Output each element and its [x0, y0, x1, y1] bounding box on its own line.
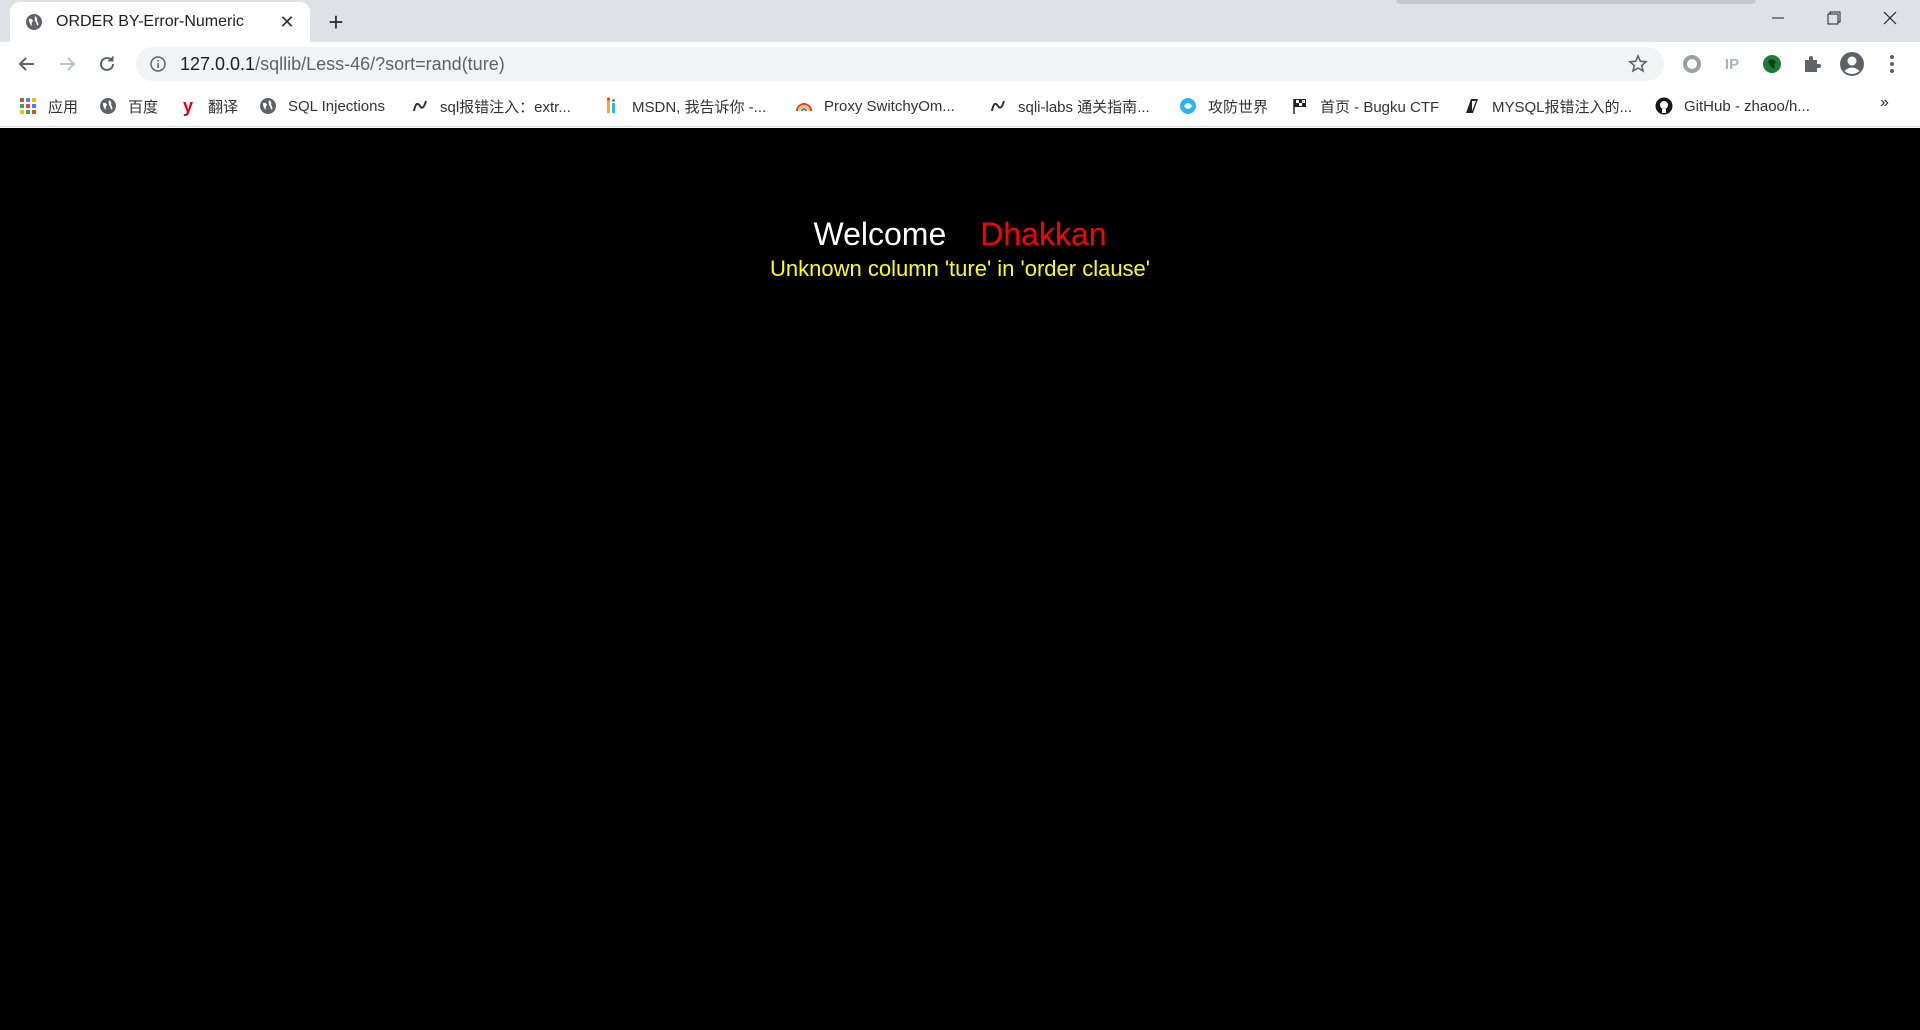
bookmark-sqli-labs-guide[interactable]: sqli-labs 通关指南...: [988, 94, 1150, 118]
bookmark-label: 百度: [128, 98, 159, 116]
bookmark-github[interactable]: GitHub - zhaoo/h...: [1654, 94, 1810, 118]
url-path: /sqllib/Less-46/?sort=rand(ture): [255, 53, 505, 74]
more-bookmarks-button[interactable]: »: [1880, 94, 1889, 112]
welcome-text: Welcome: [813, 216, 947, 252]
bookmark-label: 首页 - Bugku CTF: [1320, 98, 1440, 116]
tab-active[interactable]: ORDER BY-Error-Numeric ✕: [10, 2, 310, 42]
url-host: 127.0.0.1: [180, 53, 256, 74]
github-icon: [1654, 96, 1674, 116]
site-info-icon[interactable]: [148, 54, 168, 74]
globe-icon: [98, 96, 118, 116]
browser-chrome: ORDER BY-Error-Numeric ✕ + 127.0.0.1/sql…: [0, 0, 1920, 128]
toolbar: 127.0.0.1/sqllib/Less-46/?sort=rand(ture…: [0, 42, 1920, 86]
swirl-icon: [988, 96, 1008, 116]
youdao-icon: y: [182, 95, 193, 116]
restore-button[interactable]: [1806, 0, 1862, 36]
bookmark-sql-injections[interactable]: SQL Injections: [258, 94, 385, 118]
url-text[interactable]: 127.0.0.1/sqllib/Less-46/?sort=rand(ture…: [180, 54, 1624, 75]
tab-strip: ORDER BY-Error-Numeric ✕ +: [0, 0, 1920, 42]
extensions-puzzle-icon[interactable]: [1798, 50, 1826, 78]
error-message: Unknown column 'ture' in 'order clause': [770, 256, 1150, 281]
globe-icon: [258, 96, 278, 116]
bookmark-label: 翻译: [208, 98, 239, 116]
bookmark-label: sql报错注入：extr...: [440, 98, 571, 116]
bookmark-star-icon[interactable]: [1624, 50, 1652, 78]
back-button[interactable]: [11, 48, 43, 80]
globe-icon: [24, 12, 44, 32]
flag-icon: [1290, 96, 1310, 116]
bookmark-proxy-switchyomega[interactable]: Proxy SwitchyOm...: [794, 94, 955, 118]
bookmark-label: SQL Injections: [288, 97, 385, 115]
bookmark-label: 攻防世界: [1208, 98, 1269, 116]
bookmark-bugku[interactable]: 首页 - Bugku CTF: [1290, 94, 1439, 118]
tab-close-icon[interactable]: ✕: [276, 11, 298, 33]
bookmark-apps[interactable]: 应用: [18, 94, 78, 118]
bookmark-label: 应用: [48, 98, 79, 116]
ip-extension-icon[interactable]: IP: [1718, 50, 1746, 78]
welcome-line: Welcome Dhakkan: [0, 216, 1920, 253]
tab-strip-overlay: [1396, 0, 1756, 4]
page-content: Welcome Dhakkan Unknown column 'ture' in …: [0, 128, 1920, 1030]
bookmark-label: MYSQL报错注入的...: [1492, 98, 1633, 116]
bookmark-adworld[interactable]: 攻防世界: [1178, 94, 1268, 118]
green-extension-icon[interactable]: [1758, 50, 1786, 78]
bookmark-baidu[interactable]: 百度: [98, 94, 158, 118]
bookmark-label: GitHub - zhaoo/h...: [1684, 97, 1810, 115]
forward-button[interactable]: [51, 48, 83, 80]
cyber-icon: [1178, 96, 1198, 116]
rainbow-icon: [794, 96, 814, 116]
minimize-button[interactable]: [1750, 0, 1806, 36]
bookmark-label: MSDN, 我告诉你 -...: [632, 98, 767, 116]
tab-title: ORDER BY-Error-Numeric: [56, 13, 244, 30]
record-extension-icon[interactable]: [1678, 50, 1706, 78]
window-close-button[interactable]: [1862, 0, 1918, 36]
profile-avatar-icon[interactable]: [1838, 50, 1866, 78]
bookmark-sql-error-injection[interactable]: sql报错注入：extr...: [410, 94, 571, 118]
bookmark-mysql-error[interactable]: MYSQL报错注入的...: [1462, 94, 1632, 118]
bookmark-msdn[interactable]: MSDN, 我告诉你 -...: [602, 94, 766, 118]
menu-kebab-icon[interactable]: [1878, 50, 1906, 78]
bookmarks-bar: 应用 百度 y 翻译 SQL Injections sql报错注入：extr..…: [0, 86, 1920, 127]
swirl-icon: [410, 96, 430, 116]
bookmark-translate[interactable]: y 翻译: [178, 94, 238, 118]
address-bar[interactable]: 127.0.0.1/sqllib/Less-46/?sort=rand(ture…: [136, 47, 1664, 81]
msdn-icon: [602, 96, 622, 116]
bookmark-label: sqli-labs 通关指南...: [1018, 98, 1150, 116]
apps-grid-icon: [18, 96, 38, 116]
new-tab-button[interactable]: +: [322, 7, 350, 37]
bookmark-label: Proxy SwitchyOm...: [824, 97, 955, 115]
reload-button[interactable]: [91, 48, 123, 80]
slash-icon: [1462, 96, 1482, 116]
username-text: Dhakkan: [980, 216, 1107, 252]
